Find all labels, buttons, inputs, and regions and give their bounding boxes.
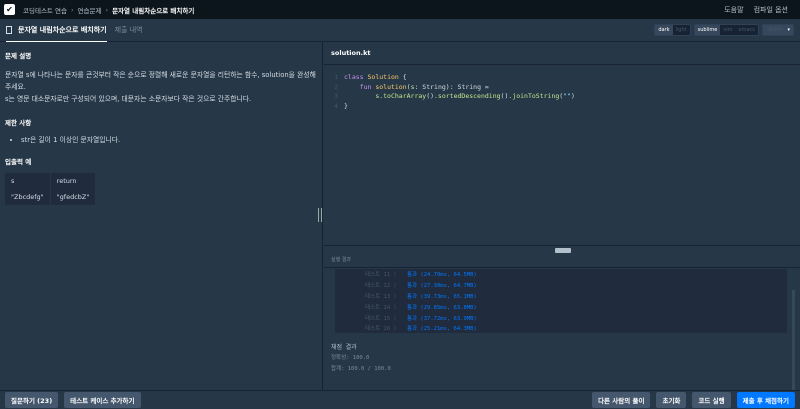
- theme-dark[interactable]: dark: [655, 25, 673, 35]
- test-name: 테스트 14 〉: [365, 304, 399, 311]
- resize-handle[interactable]: [318, 208, 322, 222]
- result-row: 테스트 15 〉 통과 (37.72ms, 63.9MB): [335, 312, 787, 323]
- reset-button[interactable]: 초기화: [656, 392, 687, 408]
- add-test-case-button[interactable]: 테스트 케이스 추가하기: [64, 392, 141, 408]
- constraints-title: 제한 사항: [5, 119, 32, 127]
- line-number: 1: [334, 73, 338, 81]
- editor-panel: solution.kt 1 class Solution { 2 fun solu…: [324, 42, 800, 390]
- grade-section: 채점 결과 정확성: 100.0 합계: 100.0 / 100.0: [331, 342, 391, 375]
- language-label: Kotlin: [768, 27, 783, 33]
- bottom-bar: 질문하기 (23) 테스트 케이스 추가하기 다른 사람의 풀이 초기화 코드 …: [0, 390, 800, 409]
- ask-question-button[interactable]: 질문하기 (23): [5, 392, 59, 408]
- io-header: return: [50, 173, 97, 189]
- test-name: 테스트 15 〉: [365, 315, 399, 322]
- grade-title: 채점 결과: [331, 344, 357, 351]
- problem-panel: 문제 설명 문자열 s에 나타나는 문자를 큰것부터 작은 순으로 정렬해 새로…: [0, 42, 323, 390]
- breadcrumb-coding-test[interactable]: 코딩테스트 연습: [23, 5, 67, 15]
- help-link[interactable]: 도움말: [724, 5, 743, 15]
- top-bar: ✔ 코딩테스트 연습 › 연습문제 › 문자열 내림차순으로 배치하기 도움말 컴파일…: [0, 0, 800, 19]
- io-cell: "Zbcdefg": [5, 189, 51, 205]
- result-row: 테스트 14 〉 통과 (29.85ms, 63.8MB): [335, 301, 787, 312]
- io-header: s: [5, 173, 51, 189]
- result-row: 테스트 16 〉 통과 (25.21ms, 64.3MB): [335, 323, 787, 334]
- others-solutions-button[interactable]: 다른 사람의 풀이: [592, 392, 651, 408]
- chevron-right-icon: ›: [70, 5, 74, 14]
- io-cell: "gfedcbZ": [50, 189, 97, 205]
- test-result: 통과 (27.30ms, 64.7MB): [407, 283, 477, 290]
- result-row: 테스트 13 〉 통과 (39.73ms, 65.1MB): [335, 291, 787, 302]
- line-number: 4: [334, 102, 338, 111]
- language-select[interactable]: Kotlin ▾: [762, 25, 793, 35]
- test-result: 통과 (29.85ms, 63.8MB): [407, 304, 477, 311]
- desc-text: s는 영문 대소문자로만 구성되어 있으며, 대문자는 소문자보다 작은 것으로…: [5, 95, 252, 103]
- test-result: 통과 (24.70ms, 64.5MB): [407, 272, 477, 279]
- desc-title: 문제 설명: [5, 52, 32, 60]
- test-name: 테스트 16 〉: [365, 326, 399, 333]
- result-row: 테스트 12 〉 통과 (27.30ms, 64.7MB): [335, 280, 787, 291]
- grade-accuracy: 정확성: 100.0: [331, 355, 370, 361]
- grade-total: 합계: 100.0 / 100.0: [331, 366, 391, 372]
- compile-options-link[interactable]: 컴파일 옵션: [754, 5, 788, 15]
- keymap-vim[interactable]: vim: [720, 25, 735, 35]
- io-title: 입출력 예: [5, 158, 32, 166]
- code-editor[interactable]: 1 class Solution { 2 fun solution(s: Stri…: [324, 65, 800, 245]
- file-name: solution.kt: [324, 42, 800, 65]
- run-code-button[interactable]: 코드 실행: [692, 392, 731, 408]
- keymap-sublime[interactable]: sublime: [694, 25, 721, 35]
- breadcrumb-practice[interactable]: 연습문제: [78, 5, 102, 15]
- test-result: 통과 (25.21ms, 64.3MB): [407, 326, 477, 333]
- test-name: 테스트 12 〉: [365, 283, 399, 290]
- chevron-right-icon: ›: [105, 5, 109, 14]
- test-result: 통과 (37.72ms, 63.9MB): [407, 315, 477, 322]
- scrollbar[interactable]: [792, 290, 795, 390]
- submit-button[interactable]: 제출 후 채점하기: [736, 392, 795, 408]
- bookmark-icon[interactable]: [6, 25, 12, 34]
- io-table: s return "Zbcdefg" "gfedcbZ": [5, 173, 97, 205]
- test-name: 테스트 11 〉: [365, 272, 399, 279]
- split-handle[interactable]: [555, 248, 571, 253]
- line-number: 3: [334, 92, 338, 101]
- result-row: 테스트 11 〉 통과 (24.70ms, 64.5MB): [335, 269, 787, 280]
- theme-light[interactable]: light: [673, 25, 690, 35]
- keymap-emacs[interactable]: emacs: [736, 25, 758, 35]
- line-number: 2: [334, 82, 338, 91]
- breadcrumb-current: 문자열 내림차순으로 배치하기: [112, 6, 195, 15]
- tab-label: 문자열 내림차순으로 배치하기: [18, 25, 107, 34]
- constraint-item: str은 길이 1 이상인 문자열입니다.: [21, 134, 317, 144]
- test-result: 통과 (39.73ms, 65.1MB): [407, 293, 477, 300]
- results-list: 테스트 11 〉 통과 (24.70ms, 64.5MB) 테스트 12 〉 통과 (…: [335, 269, 787, 333]
- tab-submissions[interactable]: 제출 내역: [115, 19, 143, 42]
- test-name: 테스트 13 〉: [365, 293, 399, 300]
- logo-icon[interactable]: ✔: [4, 4, 15, 15]
- tab-problem[interactable]: 문자열 내림차순으로 배치하기: [6, 19, 107, 42]
- desc-text: 문자열 s에 나타나는 문자를 큰것부터 작은 순으로 정렬해 새로운 문자열을…: [5, 71, 316, 91]
